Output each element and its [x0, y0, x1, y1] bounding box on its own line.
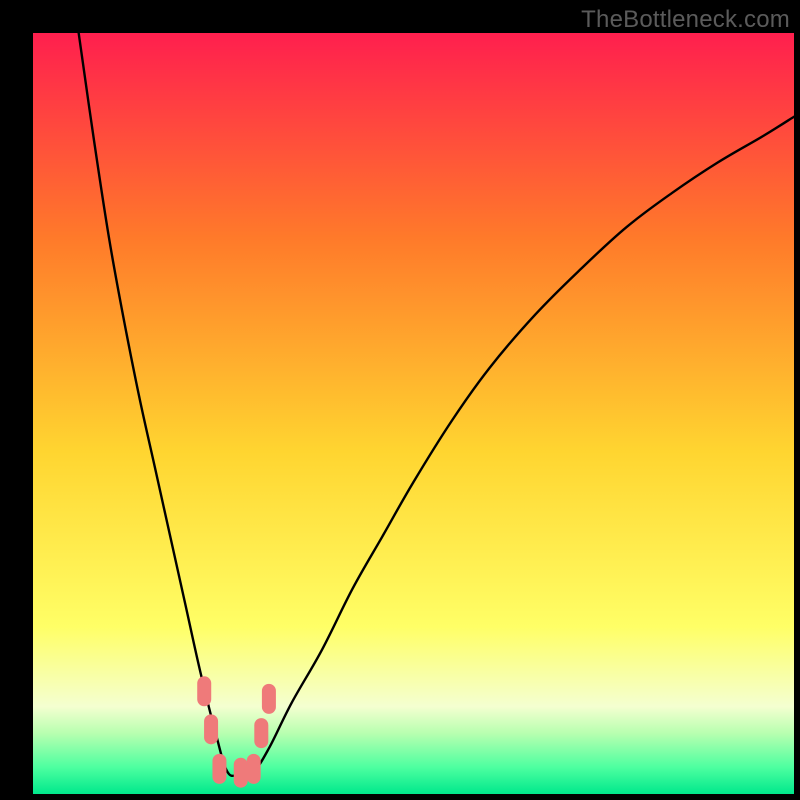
highlight-dot: [204, 714, 218, 744]
highlight-dot: [254, 718, 268, 748]
watermark-text: TheBottleneck.com: [581, 6, 790, 34]
plot-area: [33, 33, 794, 794]
highlight-dot: [262, 684, 276, 714]
chart-frame: TheBottleneck.com: [0, 0, 800, 800]
highlight-dot: [212, 754, 226, 784]
highlight-dot: [234, 758, 248, 788]
highlight-dot: [247, 754, 261, 784]
gradient-background: [33, 33, 794, 794]
highlight-dot: [197, 676, 211, 706]
bottleneck-chart: [33, 33, 794, 794]
